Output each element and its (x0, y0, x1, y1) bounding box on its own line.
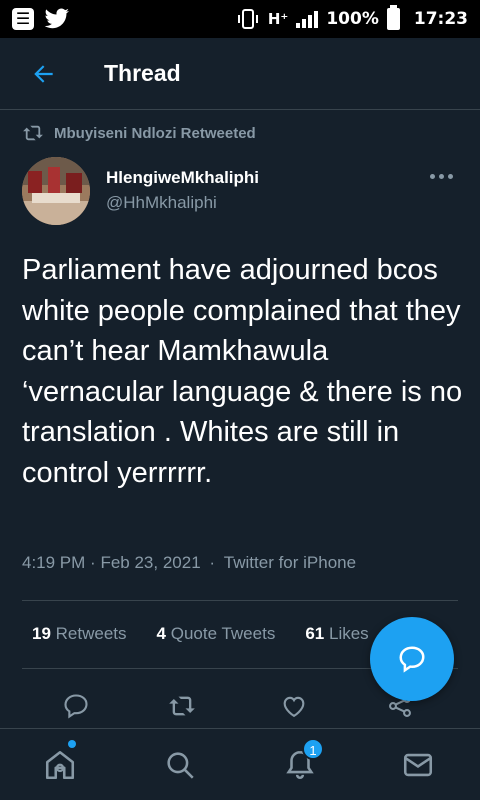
clock: 17:23 (413, 9, 468, 29)
notifications-badge: 1 (302, 738, 324, 760)
reply-button[interactable] (58, 688, 94, 724)
tweet-source[interactable]: Twitter for iPhone (224, 553, 356, 572)
battery-percent: 100% (326, 9, 379, 29)
divider (22, 600, 458, 601)
nav-search[interactable] (160, 745, 200, 785)
likes-count: 61 (305, 624, 325, 643)
nav-home[interactable] (40, 745, 80, 785)
new-content-dot (68, 740, 76, 748)
signal-icon (296, 10, 319, 28)
back-arrow-icon (34, 65, 53, 83)
top-app-bar: Thread (0, 38, 480, 110)
retweeted-by[interactable]: Mbuyiseni Ndlozi Retweeted (22, 124, 256, 142)
more-dots-icon (430, 173, 435, 179)
compose-reply-fab[interactable] (370, 617, 454, 701)
network-type: H⁺ (267, 10, 289, 28)
author-name[interactable]: HlengiweMkhaliphi (106, 168, 259, 188)
twitter-bird-icon (44, 8, 69, 29)
like-button[interactable] (276, 688, 312, 724)
avatar-image (22, 157, 90, 225)
retweeted-by-label: Mbuyiseni Ndlozi Retweeted (54, 124, 256, 142)
retweets-count: 19 (32, 624, 51, 643)
status-bar: ☰ H⁺ 100% 17:23 (0, 0, 480, 38)
author-handle[interactable]: @HhMkhaliphi (106, 193, 217, 213)
page-title: Thread (104, 60, 181, 86)
battery-icon (386, 5, 400, 30)
sim-card-icon: ☰ (12, 8, 34, 30)
quotes-count: 4 (156, 624, 166, 643)
tweet-date: Feb 23, 2021 (100, 553, 201, 572)
vibrate-icon (237, 9, 258, 29)
retweet-icon (23, 125, 43, 141)
tweet-stats: 19 Retweets 4 Quote Tweets 61 Likes (32, 624, 369, 644)
tweet-text: Parliament have adjourned bcos white peo… (22, 254, 463, 489)
likes-label: Likes (328, 624, 369, 643)
avatar[interactable] (22, 157, 90, 225)
likes-stat[interactable]: 61 Likes (305, 624, 368, 644)
reply-icon (64, 694, 88, 719)
retweet-button[interactable] (164, 688, 200, 724)
quotes-label: Quote Tweets (170, 624, 276, 643)
mail-icon (403, 753, 433, 777)
quote-tweets-stat[interactable]: 4 Quote Tweets (157, 624, 276, 644)
retweets-label: Retweets (55, 624, 127, 643)
bottom-navigation (0, 728, 480, 800)
tweet-meta: 4:19 PM · Feb 23, 2021 · Twitter for iPh… (22, 553, 356, 573)
back-button[interactable] (24, 54, 64, 94)
home-icon (45, 750, 75, 780)
reply-bubble-icon (399, 646, 425, 673)
meta-separator: · (90, 553, 96, 572)
more-options-button[interactable] (430, 168, 458, 184)
retweets-stat[interactable]: 19 Retweets (32, 624, 127, 644)
retweet-icon (169, 696, 195, 716)
nav-messages[interactable] (398, 745, 438, 785)
heart-icon (283, 696, 305, 718)
tweet-time: 4:19 PM (22, 553, 86, 572)
meta-separator: · (209, 553, 216, 572)
search-icon (167, 752, 194, 779)
